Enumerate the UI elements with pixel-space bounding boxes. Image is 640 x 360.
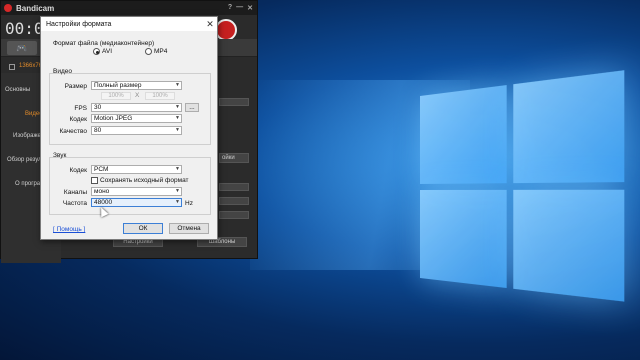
fps-select[interactable]: 30 ▼ [91, 103, 182, 112]
scale-height-field: 100% [145, 92, 175, 100]
cancel-button[interactable]: Отмена [169, 223, 209, 234]
help-icon[interactable]: ? [228, 4, 232, 12]
avi-radio[interactable] [93, 48, 100, 55]
audio-group-label: Звук [53, 152, 67, 159]
dialog-titlebar: Настройки формата ✕ [41, 17, 217, 31]
settings-stub-button[interactable]: ойки [219, 153, 249, 163]
dialog-title: Настройки формата [46, 20, 112, 28]
container-label: Формат файла (медиаконтейнер) [53, 40, 155, 47]
audio-codec-select[interactable]: PCM ▼ [91, 165, 182, 174]
scale-x-label: X [135, 92, 140, 99]
close-icon[interactable]: ✕ [247, 4, 253, 12]
right-field-4 [219, 211, 249, 219]
sidebar-item-general[interactable]: Основны [5, 87, 30, 93]
fps-more-button[interactable]: ... [185, 103, 199, 112]
gamepad-icon[interactable]: 🎮 [7, 41, 37, 55]
audio-codec-label: Кодек [69, 167, 87, 174]
size-select[interactable]: Полный размер ▼ [91, 81, 182, 90]
minimize-icon[interactable]: — [236, 4, 243, 12]
avi-label: AVI [102, 48, 112, 55]
fps-label: FPS [74, 105, 87, 112]
right-field-2 [219, 183, 249, 191]
quality-label: Качество [59, 128, 87, 135]
rate-label: Частота [62, 200, 87, 207]
video-group-label: Видео [53, 68, 72, 75]
quality-select[interactable]: 80 ▼ [91, 126, 182, 135]
help-link[interactable]: [ Помощь ] [53, 226, 85, 233]
right-field-1 [219, 98, 249, 106]
resolution-checkbox[interactable] [9, 64, 15, 70]
format-settings-dialog: Настройки формата ✕ Формат файла (медиак… [40, 16, 218, 240]
record-button[interactable] [215, 19, 237, 41]
bandicam-logo-icon [4, 4, 12, 12]
sidebar-item-image[interactable]: Изображе [13, 133, 41, 139]
mp4-label: MP4 [154, 48, 168, 55]
keep-format-label: Сохранять исходный формат [100, 177, 189, 184]
mp4-radio[interactable] [145, 48, 152, 55]
rate-unit: Hz [185, 200, 193, 207]
video-codec-label: Кодек [69, 116, 87, 123]
size-label: Размер [64, 83, 87, 90]
windows-logo [420, 69, 636, 314]
bandicam-title: Bandicam [16, 3, 55, 13]
keep-format-checkbox[interactable] [91, 177, 98, 184]
right-field-3 [219, 197, 249, 205]
ok-button[interactable]: ОК [123, 223, 163, 234]
resolution-label: 1366x76 [19, 63, 43, 69]
bandicam-titlebar: Bandicam ? — ✕ [1, 1, 257, 15]
channels-label: Каналы [63, 189, 87, 196]
video-codec-select[interactable]: Motion JPEG ▼ [91, 114, 182, 123]
close-icon[interactable]: ✕ [203, 19, 217, 30]
sidebar-item-results[interactable]: Обзор резул [7, 157, 42, 163]
scale-width-field: 100% [101, 92, 131, 100]
channels-select[interactable]: моно ▼ [91, 187, 182, 196]
